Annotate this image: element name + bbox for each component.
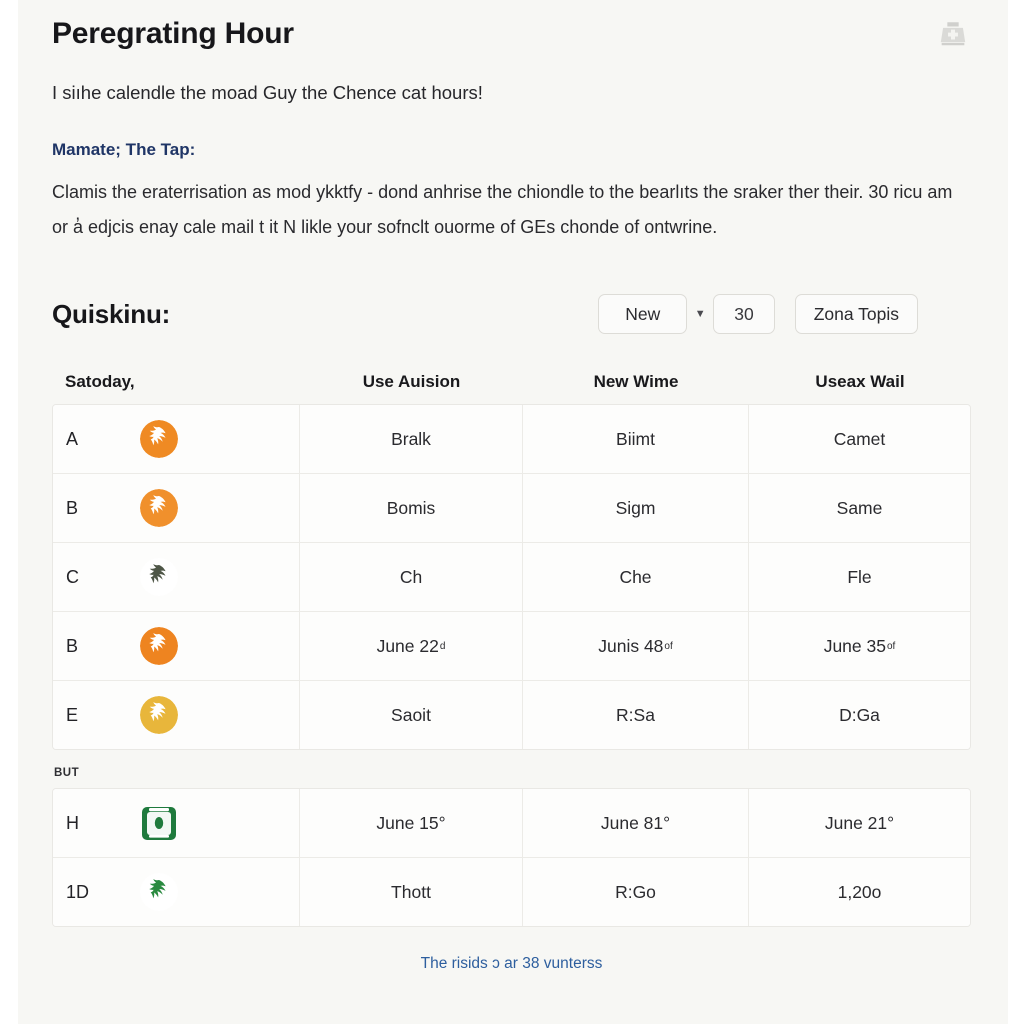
table-row[interactable]: B June 22 d Junis 48 of June 35 of [53, 612, 970, 681]
content-panel: Peregrating Hour I siıhe calendle the mo… [18, 0, 1008, 1024]
cell-new-wime: Che [523, 543, 749, 611]
table-row[interactable]: B Bomis Sigm Same [53, 474, 970, 543]
cell-useax-wail: Fle [847, 566, 872, 587]
row-identity-cell: B [53, 612, 300, 680]
row-identity-cell: E [53, 681, 300, 749]
page-subtitle: I siıhe calendle the moad Guy the Chence… [52, 82, 483, 103]
cell-useax-wail: June 21° [824, 812, 895, 833]
table-row[interactable]: 1D Thott R:Go 1,20o [53, 858, 970, 926]
new-button[interactable]: New [598, 294, 688, 334]
cell-new-wime: R:Sa [523, 681, 749, 749]
cell-new-wime: Junis 48 of [523, 612, 749, 680]
column-header-new-wime[interactable]: New Wime [523, 372, 749, 392]
footer-link[interactable]: The risids ɔ ar 38 vunterss [421, 955, 603, 972]
section-bar: Quiskinu: New ▼ 30 Zona Topis [52, 290, 986, 338]
row-identity-cell: A [53, 405, 300, 473]
table-row[interactable]: E Saoit R:Sa D:Ga [53, 681, 970, 749]
cell-new-wime: R:Go [523, 858, 749, 926]
table-row[interactable]: C Ch Che Fle [53, 543, 970, 612]
cell-new-wime: June 81° [523, 789, 749, 857]
primary-table: A Bralk Biimt Camet B Bomis Sigm Same C Ch Che Fle B… [52, 404, 971, 750]
row-label: 1D [66, 881, 90, 902]
cell-use-auision: Bralk [300, 405, 523, 473]
app-root: Peregrating Hour I siıhe calendle the mo… [0, 0, 1024, 1024]
page-title: Peregrating Hour [52, 17, 294, 50]
table-row[interactable]: A Bralk Biimt Camet [53, 405, 970, 474]
row-label: A [66, 428, 79, 449]
column-header-useax-wail[interactable]: Useax Wail [749, 372, 971, 392]
note-body: Clamis the eraterrisation as mod ykktfy … [52, 182, 953, 237]
olive-crest-avatar [140, 558, 178, 596]
page-header: Peregrating Hour I siıhe calendle the mo… [52, 0, 986, 106]
zona-topis-button[interactable]: Zona Topis [794, 294, 918, 334]
cell-useax-wail: June 35 of [823, 635, 896, 656]
row-label: E [66, 704, 79, 725]
cell-use-auision: Ch [300, 543, 523, 611]
secondary-table: H June 15° June 81° June 21° 1D Thott R:Go 1,20… [52, 788, 971, 927]
row-label: B [66, 635, 79, 656]
row-label: C [66, 566, 79, 587]
table-row[interactable]: H June 15° June 81° June 21° [53, 789, 970, 858]
count-button[interactable]: 30 [713, 294, 775, 334]
table-header-row: Satoday, Use Auision New Wime Useax Wail [52, 360, 986, 404]
cell-use-auision: June 15° [300, 789, 523, 857]
cell-useax-wail: Same [836, 497, 883, 518]
institution-crest-icon [936, 18, 970, 52]
row-identity-cell: B [53, 474, 300, 542]
row-identity-cell: 1D [53, 858, 300, 926]
cell-new-wime: Biimt [523, 405, 749, 473]
cell-use-auision: Thott [300, 858, 523, 926]
green-tree-avatar [140, 873, 178, 911]
orange-animal-avatar [140, 627, 178, 665]
green-shield-badge-icon [140, 804, 178, 842]
cell-useax-wail: D:Ga [839, 704, 880, 725]
content-column: Peregrating Hour I siıhe calendle the mo… [52, 0, 986, 973]
cell-use-auision: Bomis [300, 474, 523, 542]
row-identity-cell: H [53, 789, 300, 857]
footer: The risids ɔ ar 38 vunterss [52, 955, 971, 973]
cell-useax-wail: Camet [833, 428, 886, 449]
group-label-but: But [54, 767, 80, 779]
row-label: H [66, 812, 79, 833]
cell-use-auision: Saoit [300, 681, 523, 749]
column-header-satoday[interactable]: Satoday, [52, 372, 300, 392]
chevron-down-icon[interactable]: ▼ [687, 294, 713, 334]
column-header-use-auision[interactable]: Use Auision [300, 372, 523, 392]
row-label: B [66, 497, 79, 518]
cell-new-wime: Sigm [523, 474, 749, 542]
cell-use-auision: June 22 d [300, 612, 523, 680]
gold-bird-avatar [140, 696, 178, 734]
orange-swirl-avatar [140, 489, 178, 527]
note-heading: Mamate; The Tap: [52, 140, 196, 159]
section-title: Quiskinu: [52, 298, 171, 329]
orange-creature-avatar [140, 420, 178, 458]
row-identity-cell: C [53, 543, 300, 611]
cell-useax-wail: 1,20o [837, 881, 882, 902]
section-toolbar: New ▼ 30 Zona Topis [598, 294, 986, 334]
